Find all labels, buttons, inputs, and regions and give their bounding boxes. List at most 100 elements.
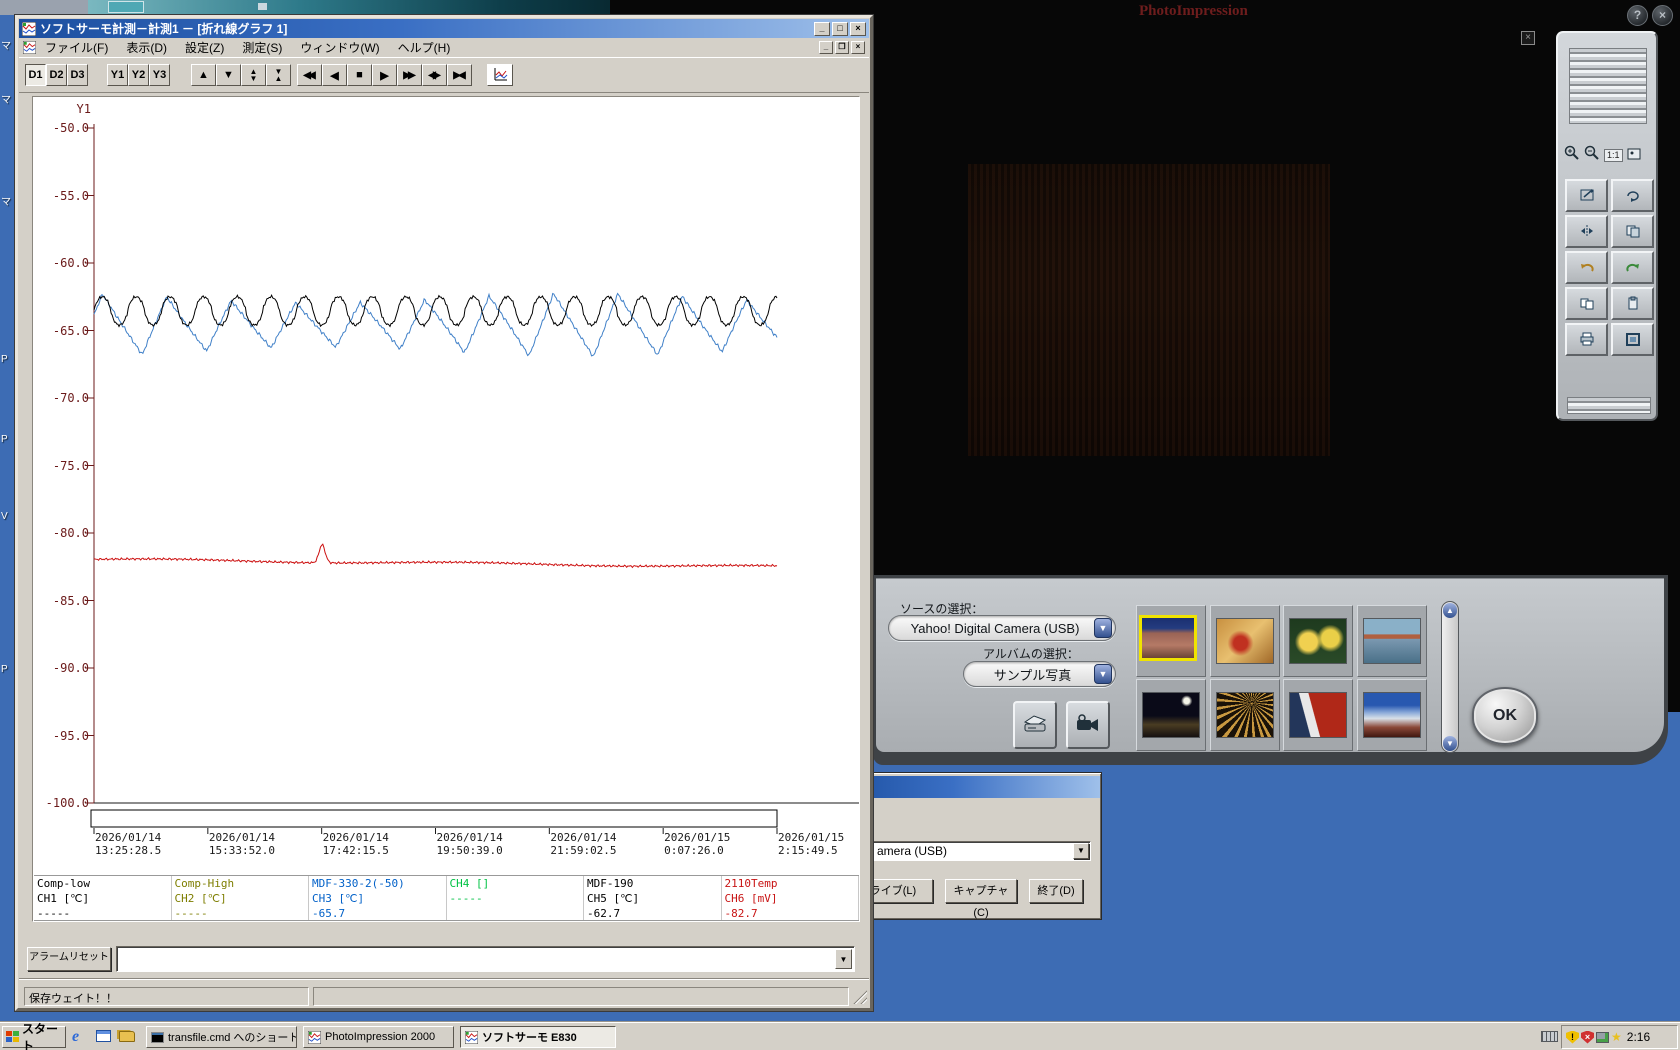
step-back-icon[interactable]: ◀ — [322, 64, 347, 86]
channel-id: CH1 [℃] — [37, 891, 171, 906]
expand-vertical-icon[interactable]: ▲▼ — [241, 64, 266, 86]
thumbnail-rock-spires[interactable] — [1136, 605, 1206, 677]
menu-w[interactable]: ウィンドウ(W) — [291, 39, 388, 56]
channel-id: CH3 [℃] — [312, 891, 446, 906]
task-button-1[interactable]: PhotoImpression 2000 — [303, 1026, 454, 1048]
step-forward-icon[interactable]: ▶ — [372, 64, 397, 86]
hourglass-icon[interactable]: ▼▲ — [266, 64, 291, 86]
duplicate-button[interactable] — [1611, 215, 1654, 248]
menu-z[interactable]: 設定(Z) — [176, 39, 233, 56]
thumbnail-city-night[interactable] — [1136, 679, 1206, 751]
show-desktop-icon[interactable] — [119, 1031, 135, 1042]
chevron-down-icon[interactable]: ▼ — [1094, 618, 1112, 638]
paste-button[interactable] — [1611, 287, 1654, 320]
zoom-ratio-label: 1:1 — [1604, 149, 1623, 162]
thumbnail-scrollbar[interactable]: ▲ ▼ — [1441, 601, 1459, 753]
maximize-button[interactable]: □ — [832, 22, 848, 36]
zoom-out-icon[interactable] — [1584, 145, 1600, 166]
stop-icon[interactable]: ■ — [347, 64, 372, 86]
fit-image-icon[interactable] — [1627, 147, 1641, 165]
toolbar-button-y1[interactable]: Y1 — [107, 64, 128, 86]
security-warning-icon[interactable]: ! — [1566, 1031, 1579, 1044]
menu-d[interactable]: 表示(D) — [117, 39, 176, 56]
zoom-in-icon[interactable] — [1564, 145, 1580, 166]
undo-button[interactable] — [1565, 251, 1608, 284]
mdi-close-button[interactable]: × — [851, 41, 865, 54]
redo-button[interactable] — [1611, 251, 1654, 284]
mdi-restore-button[interactable]: ❐ — [835, 41, 849, 54]
close-button[interactable]: × — [850, 22, 866, 36]
chevron-down-icon[interactable]: ▼ — [1094, 664, 1112, 684]
chevron-down-icon[interactable]: ▼ — [835, 949, 852, 969]
menu-h[interactable]: ヘルプ(H) — [389, 39, 460, 56]
combo-dropdown-icon[interactable]: ▼ — [1073, 843, 1089, 859]
ok-button[interactable]: OK — [1472, 687, 1538, 745]
task-button-0[interactable]: transfile.cmd へのショート... — [146, 1026, 297, 1048]
dialog-button-1[interactable]: キャプチャ(C) — [945, 879, 1017, 903]
outlook-express-icon[interactable] — [96, 1030, 111, 1042]
thumbnail-desert-clouds[interactable] — [1357, 679, 1427, 751]
channel-id: CH6 [mV] — [725, 891, 859, 906]
resize-grip[interactable] — [851, 988, 867, 1004]
thumbnail-light-spiral[interactable] — [1210, 679, 1280, 751]
minimize-button[interactable]: _ — [814, 22, 830, 36]
source-combo[interactable]: amera (USB) — [844, 841, 1091, 861]
app-icon — [22, 22, 36, 36]
task-button-2[interactable]: ソフトサーモ E830 — [460, 1026, 616, 1048]
toolbar-button-d2[interactable]: D2 — [46, 64, 67, 86]
dialog-button-2[interactable]: 終了(D) — [1029, 879, 1083, 903]
toolbar-button-d1[interactable]: D1 — [25, 64, 46, 86]
alarm-reset-button[interactable]: アラームリセット — [27, 947, 111, 971]
remove-hardware-icon[interactable] — [1596, 1032, 1609, 1043]
preview-close-icon[interactable]: × — [1521, 31, 1535, 45]
rotate-button[interactable] — [1611, 179, 1654, 212]
down-icon[interactable]: ▼ — [216, 64, 241, 86]
mdi-minimize-button[interactable]: _ — [819, 41, 833, 54]
channel-id: CH2 [℃] — [175, 891, 309, 906]
flip-horizontal-icon — [1579, 224, 1595, 239]
scroll-down-icon[interactable]: ▼ — [1443, 736, 1457, 751]
up-icon[interactable]: ▲ — [191, 64, 216, 86]
graph-settings-button[interactable] — [487, 64, 513, 86]
keyboard-layout-icon[interactable] — [1541, 1031, 1558, 1042]
menu-f[interactable]: ファイル(F) — [36, 39, 117, 56]
resize-button[interactable] — [1565, 179, 1608, 212]
toolbar-button-y3[interactable]: Y3 — [149, 64, 170, 86]
acquire-camera-button[interactable] — [1066, 701, 1110, 749]
toolbar-button-d3[interactable]: D3 — [67, 64, 88, 86]
menu-s[interactable]: 測定(S) — [233, 39, 291, 56]
copy-button[interactable] — [1565, 287, 1608, 320]
scroll-up-icon[interactable]: ▲ — [1443, 603, 1457, 618]
rewind-icon[interactable]: ◀◀ — [297, 64, 322, 86]
thumbnail-cardinal-bird[interactable] — [1210, 605, 1280, 677]
fast-forward-icon[interactable]: ▶▶ — [397, 64, 422, 86]
album-select-dropdown[interactable]: サンプル写真 ▼ — [963, 661, 1116, 687]
console-icon — [151, 1032, 164, 1043]
channel-legend: Comp-lowCH1 [℃]-----Comp-HighCH2 [℃]----… — [34, 875, 859, 921]
security-alert-icon[interactable]: × — [1581, 1031, 1594, 1044]
series-ch6 — [94, 544, 777, 567]
frame-button[interactable] — [1611, 323, 1654, 356]
background-window-fragment — [258, 3, 267, 10]
thumbnail-yellow-flowers[interactable] — [1283, 605, 1353, 677]
star-icon[interactable]: ★ — [1611, 1030, 1622, 1044]
thumbnail-lighthouse-barn[interactable] — [1283, 679, 1353, 751]
print-button[interactable] — [1565, 323, 1608, 356]
alarm-combo[interactable]: ▼ — [116, 946, 855, 972]
toolbar-button-y2[interactable]: Y2 — [128, 64, 149, 86]
channel-value: ----- — [37, 906, 171, 920]
internet-explorer-icon[interactable]: e — [72, 1028, 79, 1046]
close-button[interactable]: × — [1652, 5, 1673, 26]
help-button[interactable]: ? — [1627, 5, 1648, 26]
city-night-image — [1142, 692, 1200, 738]
acquire-scanner-button[interactable] — [1013, 701, 1057, 749]
source-select-dropdown[interactable]: Yahoo! Digital Camera (USB) ▼ — [888, 615, 1116, 641]
split-out-icon[interactable]: ◀▶ — [422, 64, 447, 86]
thumbnail-harbor-boats[interactable] — [1357, 605, 1427, 677]
channel-value: ----- — [450, 891, 584, 906]
start-button[interactable]: スタート — [2, 1026, 66, 1048]
x-tick-date: 2026/01/14 — [95, 831, 161, 844]
flip-horizontal-button[interactable] — [1565, 215, 1608, 248]
channel-name: MDF-190 — [587, 876, 721, 891]
meet-icon[interactable]: ▶◀ — [447, 64, 472, 86]
